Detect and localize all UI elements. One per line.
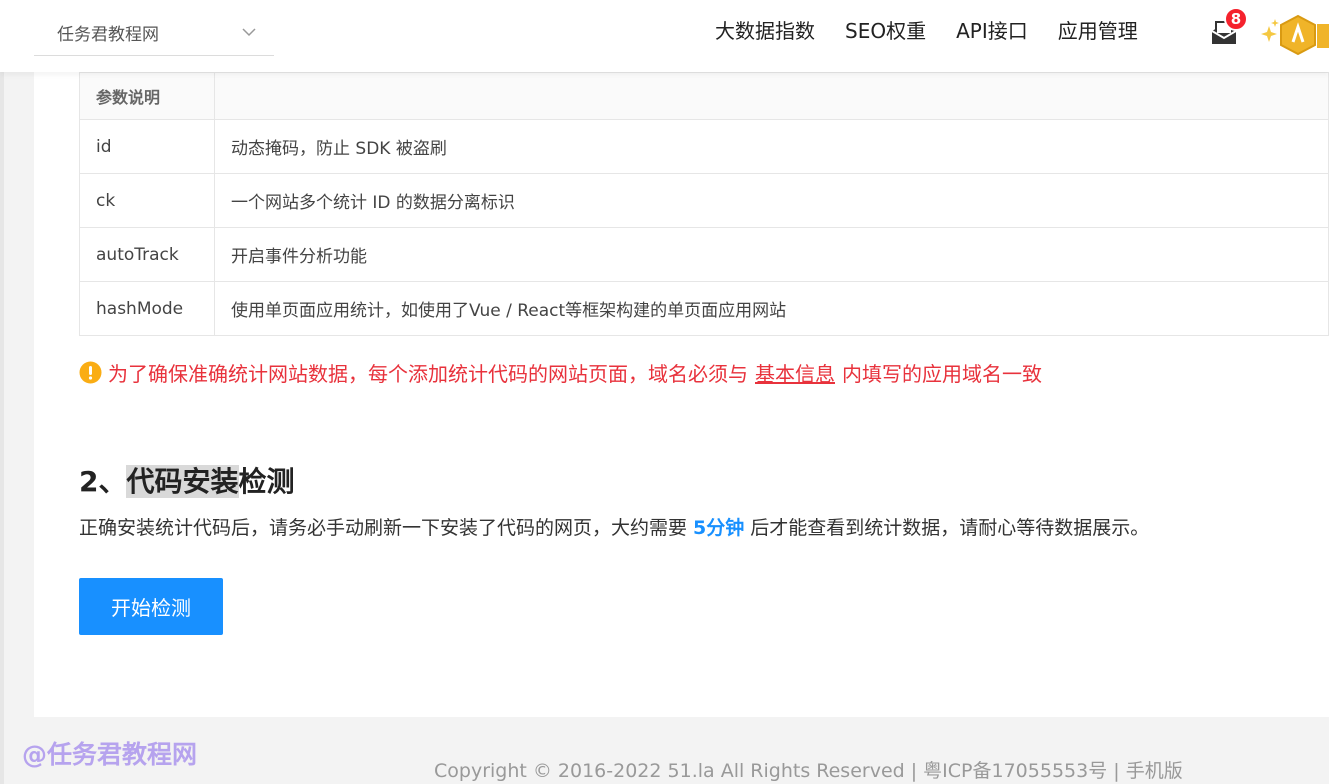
param-desc: 动态掩码，防止 SDK 被盗刷 [214,119,1329,174]
desc-pre: 正确安装统计代码后，请务必手动刷新一下安装了代码的网页，大约需要 [79,517,688,539]
content-card: 参数说明 id 动态掩码，防止 SDK 被盗刷 ck 一个网站多个统计 ID 的… [34,72,1329,717]
site-select[interactable]: 任务君教程网 [34,10,274,56]
desc-duration: 5分钟 [693,517,745,539]
section-description: 正确安装统计代码后，请务必手动刷新一下安装了代码的网页，大约需要 5分钟 后才能查看… [79,513,1149,540]
message-count-badge: 8 [1224,7,1248,31]
table-header-row: 参数说明 [79,72,1329,120]
table-header-cell-empty [214,72,1329,120]
param-desc: 一个网站多个统计 ID 的数据分离标识 [214,173,1329,228]
top-header: 任务君教程网 大数据指数 SEO权重 API接口 应用管理 8 [0,0,1329,72]
desc-post: 后才能查看到统计数据，请耐心等待数据展示。 [750,517,1150,539]
chevron-down-icon [242,28,256,37]
basic-info-link[interactable]: 基本信息 [755,358,835,387]
section-title-suffix: 检测 [238,465,295,498]
top-nav: 大数据指数 SEO权重 API接口 应用管理 [715,16,1168,46]
param-key: autoTrack [79,227,215,282]
param-desc: 开启事件分析功能 [214,227,1329,282]
warning-text-pre: 为了确保准确统计网站数据，每个添加统计代码的网站页面，域名必须与 [108,362,748,386]
table-row: autoTrack 开启事件分析功能 [79,227,1329,282]
vip-badge-icon[interactable] [1260,12,1329,58]
footer-copyright: Copyright © 2016-2022 51.la All Rights R… [434,760,1183,782]
domain-warning: 为了确保准确统计网站数据，每个添加统计代码的网站页面，域名必须与 基本信息 内填… [79,358,1042,387]
param-key: id [79,119,215,174]
param-desc: 使用单页面应用统计，如使用了Vue / React等框架构建的单页面应用网站 [214,281,1329,336]
table-row: id 动态掩码，防止 SDK 被盗刷 [79,119,1329,174]
nav-item-app-management[interactable]: 应用管理 [1058,16,1138,46]
section-title-prefix: 2、 [79,465,127,498]
params-table: 参数说明 id 动态掩码，防止 SDK 被盗刷 ck 一个网站多个统计 ID 的… [79,72,1329,336]
start-check-button[interactable]: 开始检测 [79,578,223,635]
section-title: 2、代码安装检测 [79,460,295,500]
exclamation-circle-icon [79,361,102,384]
param-key: hashMode [79,281,215,336]
nav-item-api[interactable]: API接口 [956,16,1028,46]
nav-item-big-data-index[interactable]: 大数据指数 [715,16,815,46]
table-row: hashMode 使用单页面应用统计，如使用了Vue / React等框架构建的… [79,281,1329,336]
table-row: ck 一个网站多个统计 ID 的数据分离标识 [79,173,1329,228]
warning-text-post: 内填写的应用域名一致 [842,362,1042,386]
watermark: @任务君教程网 [22,740,198,769]
param-key: ck [79,173,215,228]
table-header-cell: 参数说明 [79,72,215,120]
nav-item-seo-weight[interactable]: SEO权重 [845,16,926,46]
section-title-highlight: 代码安装 [126,465,239,498]
left-border [0,72,4,784]
site-select-label: 任务君教程网 [57,25,159,45]
